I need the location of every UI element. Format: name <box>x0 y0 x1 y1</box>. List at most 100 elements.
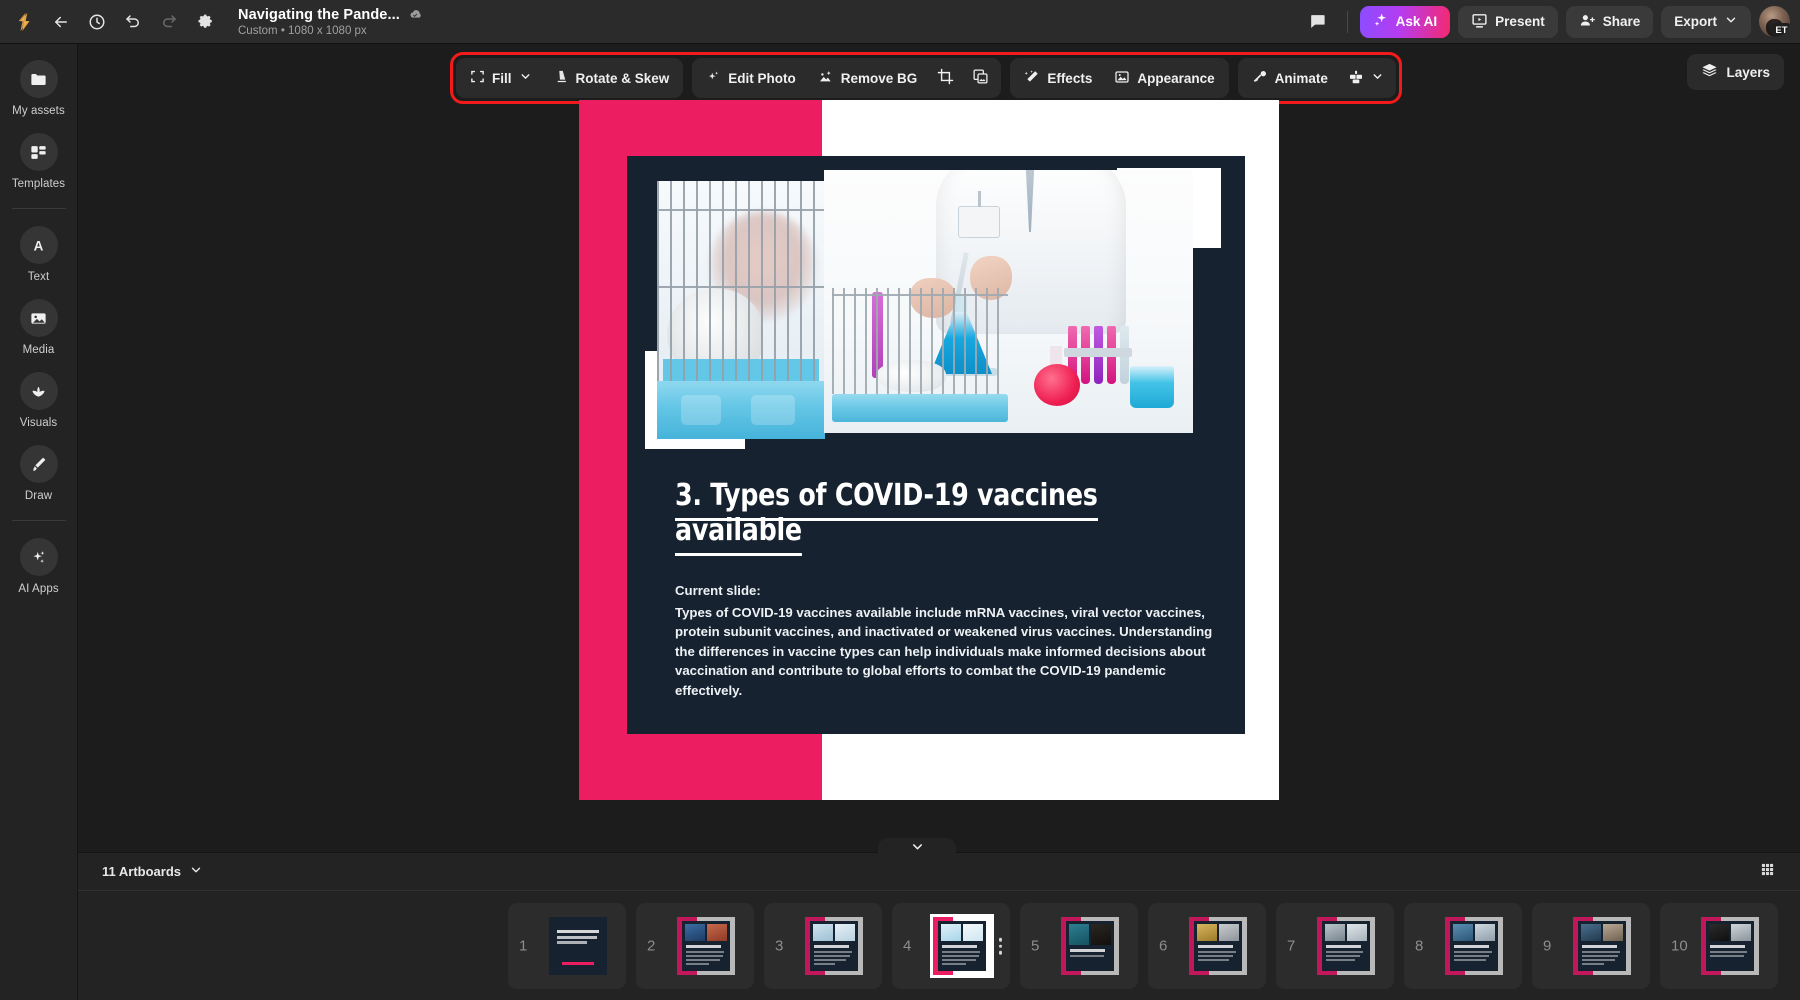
fill-button[interactable]: Fill <box>460 62 542 94</box>
layers-button[interactable]: Layers <box>1687 54 1784 90</box>
document-title-row[interactable]: Navigating the Pande... <box>238 7 423 23</box>
sidebar-item-label: My assets <box>12 105 65 117</box>
rotate-skew-button[interactable]: Rotate & Skew <box>544 62 680 94</box>
fill-label: Fill <box>492 71 512 86</box>
artboard-number: 3 <box>775 938 783 955</box>
sidebar-item-draw[interactable]: Draw <box>4 445 74 502</box>
back-button[interactable] <box>44 5 78 39</box>
layers-label: Layers <box>1726 65 1770 80</box>
artboard-thumbnail-10[interactable]: 10 <box>1660 903 1778 989</box>
avatar[interactable]: ET <box>1759 6 1790 37</box>
sidebar-item-ai-apps[interactable]: AI Apps <box>4 538 74 595</box>
artboard-number: 7 <box>1287 938 1295 955</box>
sidebar-item-visuals[interactable]: Visuals <box>4 372 74 429</box>
redo-button[interactable] <box>152 5 186 39</box>
sidebar-item-media[interactable]: Media <box>4 299 74 356</box>
artboard-number: 5 <box>1031 938 1039 955</box>
photo-scientist-lab[interactable] <box>824 170 1193 433</box>
version-history-button[interactable] <box>80 5 114 39</box>
artboard-number: 8 <box>1415 938 1423 955</box>
slide-body-paragraph: Types of COVID-19 vaccines available inc… <box>675 605 1212 698</box>
artboard-thumbnail-3[interactable]: 3 <box>764 903 882 989</box>
document-meta: Navigating the Pande... Custom • 1080 x … <box>238 7 423 37</box>
text-a-icon: A <box>20 226 58 264</box>
artboards-count-label: 11 Artboards <box>102 864 181 879</box>
sidebar-item-label: AI Apps <box>18 583 58 595</box>
animate-button[interactable]: Animate <box>1242 62 1338 94</box>
sidebar-item-label: Visuals <box>20 417 58 429</box>
export-button[interactable]: Export <box>1661 6 1751 38</box>
slide-body-lead: Current slide: <box>675 581 1220 601</box>
artboard-thumbnail-1[interactable]: 1 <box>508 903 626 989</box>
photo-rat-in-cage[interactable] <box>657 181 825 439</box>
artboard-preview <box>1445 917 1503 975</box>
comments-button[interactable] <box>1301 5 1335 39</box>
artboard-number: 2 <box>647 938 655 955</box>
artboard-thumbnail-5[interactable]: 5 <box>1020 903 1138 989</box>
left-sidebar: My assets Templates A Text Media Visuals <box>0 44 78 1000</box>
more-options-icon <box>1348 69 1364 88</box>
artboard-thumbnail-7[interactable]: 7 <box>1276 903 1394 989</box>
document-subtitle: Custom • 1080 x 1080 px <box>238 25 423 37</box>
cloud-check-icon <box>408 7 423 22</box>
artboard-thumbnail-6[interactable]: 6 <box>1148 903 1266 989</box>
duplicate-image-button[interactable] <box>964 62 997 94</box>
effects-label: Effects <box>1047 71 1092 86</box>
sparkles-icon <box>20 538 58 576</box>
artboard-number: 1 <box>519 938 527 955</box>
rotate-skew-icon <box>554 69 569 87</box>
sidebar-item-my-assets[interactable]: My assets <box>4 60 74 117</box>
artboards-count-button[interactable]: 11 Artboards <box>96 859 209 884</box>
more-vertical-icon[interactable] <box>999 938 1003 955</box>
effects-button[interactable]: Effects <box>1014 62 1102 94</box>
contextual-toolbar: Fill Rotate & Skew Edit <box>450 52 1402 104</box>
present-button[interactable]: Present <box>1458 6 1558 38</box>
edit-photo-button[interactable]: Edit Photo <box>696 62 806 94</box>
toolbar-group-animate: Animate <box>1238 58 1396 98</box>
artboard-preview <box>1317 917 1375 975</box>
slide-heading-text: 3. Types of COVID-19 vaccines available <box>675 478 1098 556</box>
top-toolbar-left: Navigating the Pande... Custom • 1080 x … <box>0 5 423 39</box>
remove-bg-icon <box>818 69 834 88</box>
export-label: Export <box>1674 14 1717 29</box>
slide-body-text[interactable]: Current slide: Types of COVID-19 vaccine… <box>675 581 1220 700</box>
undo-button[interactable] <box>116 5 150 39</box>
person-add-icon <box>1579 12 1596 32</box>
chevron-down-icon <box>1371 70 1384 86</box>
toolbar-group-photo: Edit Photo Remove BG <box>692 58 1001 98</box>
svg-text:A: A <box>34 238 44 253</box>
page-title: Navigating the Pande... <box>238 7 400 23</box>
collapse-artboards-button[interactable] <box>878 838 956 860</box>
artboard-preview <box>677 917 735 975</box>
grid-view-icon <box>1760 862 1775 882</box>
artboard-thumbnail-2[interactable]: 2 <box>636 903 754 989</box>
artboard-thumbnail-4[interactable]: 4 <box>892 903 1010 989</box>
fill-frame-icon <box>470 69 485 87</box>
artboard-preview <box>1573 917 1631 975</box>
artboard-thumbnail-9[interactable]: 9 <box>1532 903 1650 989</box>
app-root: Navigating the Pande... Custom • 1080 x … <box>0 0 1800 1000</box>
appearance-button[interactable]: Appearance <box>1104 62 1224 94</box>
more-options-button[interactable] <box>1340 62 1392 94</box>
sidebar-item-text[interactable]: A Text <box>4 226 74 283</box>
sidebar-item-label: Text <box>28 271 50 283</box>
artboards-strip[interactable]: 1 2 <box>78 891 1800 1000</box>
canvas-area[interactable]: Fill Rotate & Skew Edit <box>78 44 1800 852</box>
ask-ai-button[interactable]: Ask AI <box>1360 6 1451 38</box>
grid-view-button[interactable] <box>1752 859 1782 885</box>
slide-artboard[interactable]: 3. Types of COVID-19 vaccines available … <box>579 100 1279 800</box>
share-button[interactable]: Share <box>1566 6 1654 38</box>
settings-button[interactable] <box>188 5 222 39</box>
artboard-thumbnail-8[interactable]: 8 <box>1404 903 1522 989</box>
crop-button[interactable] <box>929 62 962 94</box>
slide-heading[interactable]: 3. Types of COVID-19 vaccines available <box>675 478 1183 548</box>
sidebar-item-label: Templates <box>12 178 65 190</box>
sidebar-item-label: Media <box>23 344 55 356</box>
top-toolbar-right: Ask AI Present Share Export <box>1301 5 1800 39</box>
app-logo-icon[interactable] <box>8 5 42 39</box>
remove-bg-button[interactable]: Remove BG <box>808 62 928 94</box>
top-toolbar: Navigating the Pande... Custom • 1080 x … <box>0 0 1800 44</box>
sidebar-item-templates[interactable]: Templates <box>4 133 74 190</box>
ask-ai-label: Ask AI <box>1396 14 1438 29</box>
artboard-preview <box>933 917 991 975</box>
